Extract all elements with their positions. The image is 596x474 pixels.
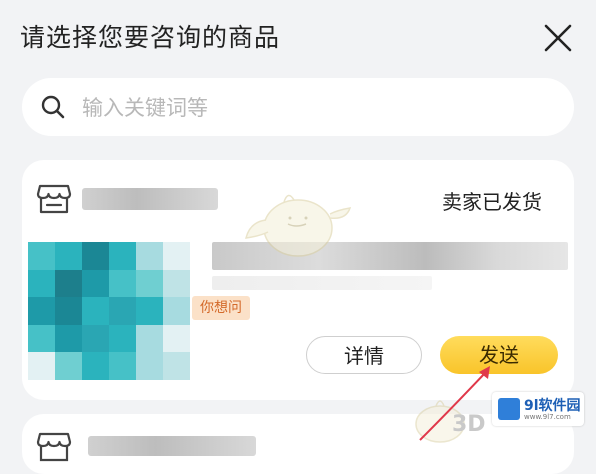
search-input[interactable] <box>80 90 554 126</box>
send-button[interactable]: 发送 <box>440 336 558 374</box>
thumb-pixel <box>82 297 109 325</box>
thumb-pixel <box>109 297 136 325</box>
thumb-pixel <box>82 242 109 270</box>
site-watermark: 9l软件园 www.9l7.com <box>492 392 584 426</box>
search-icon <box>41 95 65 119</box>
thumb-pixel <box>82 352 109 380</box>
product-image[interactable] <box>28 242 190 380</box>
order-status: 卖家已发货 <box>442 190 542 214</box>
thumb-pixel <box>28 352 55 380</box>
shop-icon <box>36 184 72 214</box>
thumb-pixel <box>109 352 136 380</box>
thumb-pixel <box>136 242 163 270</box>
thumb-pixel <box>55 242 82 270</box>
thumb-pixel <box>28 269 55 298</box>
page-title: 请选择您要咨询的商品 <box>20 23 281 52</box>
thumb-pixel <box>163 269 190 298</box>
ask-tag: 你想问 <box>192 296 250 320</box>
thumb-pixel <box>163 242 190 270</box>
thumb-pixel <box>55 324 82 353</box>
thumb-pixel <box>136 352 163 380</box>
detail-button[interactable]: 详情 <box>306 336 422 374</box>
thumb-pixel <box>82 269 109 298</box>
shop-name-redacted <box>82 188 218 210</box>
shop-name-redacted <box>88 436 256 456</box>
thumb-pixel <box>163 297 190 325</box>
thumb-pixel <box>109 269 136 298</box>
thumb-pixel <box>82 324 109 353</box>
product-subtitle-redacted <box>212 276 432 290</box>
thumb-pixel <box>136 324 163 353</box>
product-title-redacted <box>212 242 568 270</box>
thumb-pixel <box>28 297 55 325</box>
watermark-3d: 3D <box>452 412 486 437</box>
watermark-brand: 9l软件园 <box>524 398 581 414</box>
order-card: 卖家已发货 你想问 详情 发送 <box>22 160 574 400</box>
watermark-url: www.9l7.com <box>524 413 571 421</box>
thumb-pixel <box>136 297 163 325</box>
site-logo-icon <box>498 398 520 420</box>
header: 请选择您要咨询的商品 <box>0 0 596 72</box>
thumb-pixel <box>136 269 163 298</box>
shop-icon <box>36 432 72 462</box>
thumb-pixel <box>109 242 136 270</box>
close-icon[interactable] <box>540 20 576 56</box>
thumb-pixel <box>163 324 190 353</box>
thumb-pixel <box>109 324 136 353</box>
thumb-pixel <box>55 269 82 298</box>
thumb-pixel <box>28 324 55 353</box>
thumb-pixel <box>163 352 190 380</box>
search-bar[interactable] <box>22 78 574 136</box>
thumb-pixel <box>28 242 55 270</box>
thumb-pixel <box>55 352 82 380</box>
thumb-pixel <box>55 297 82 325</box>
